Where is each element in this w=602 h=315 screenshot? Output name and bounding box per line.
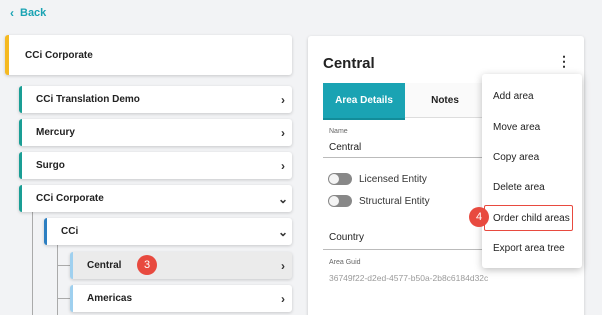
chevron-right-icon[interactable]: › xyxy=(274,126,292,140)
name-field[interactable]: Central xyxy=(329,142,361,153)
back-label: Back xyxy=(20,7,47,19)
tree-item-central[interactable]: Central › xyxy=(70,252,292,279)
tab-notes[interactable]: Notes xyxy=(405,83,485,118)
toggle-label: Structural Entity xyxy=(359,195,430,207)
panel-title: Central xyxy=(323,55,375,72)
active-tab-indicator xyxy=(323,118,405,120)
structural-entity-row[interactable]: Structural Entity xyxy=(328,195,430,207)
tree-item-americas[interactable]: Americas › xyxy=(70,285,292,312)
name-field-underline xyxy=(323,157,493,158)
chevron-down-icon[interactable]: ⌄ xyxy=(274,192,292,206)
step-callout-4: 4 xyxy=(469,207,489,227)
tree-item-label: Mercury xyxy=(36,127,75,138)
tab-area-details[interactable]: Area Details xyxy=(323,83,405,118)
chevron-left-icon: ‹ xyxy=(10,6,14,20)
licensed-entity-row[interactable]: Licensed Entity xyxy=(328,173,427,185)
tree-item-label: Central xyxy=(87,260,122,271)
tree-item-label: CCi Translation Demo xyxy=(36,94,140,105)
toggle-label: Licensed Entity xyxy=(359,173,427,185)
tree-item-label: CCi xyxy=(61,226,79,237)
tree-connector xyxy=(57,265,70,266)
tree-item-cci-corporate[interactable]: CCi Corporate ⌄ xyxy=(19,185,292,212)
menu-item-move-area[interactable]: Move area xyxy=(482,117,582,137)
tree-connector xyxy=(57,298,70,299)
tree-root-item[interactable]: CCi Corporate xyxy=(5,35,292,75)
country-field[interactable]: Country xyxy=(329,232,364,243)
guid-label: Area Guid xyxy=(329,259,361,266)
licensed-entity-toggle[interactable] xyxy=(328,173,352,185)
menu-item-export-area-tree[interactable]: Export area tree xyxy=(482,238,582,258)
country-field-underline xyxy=(323,249,493,250)
step-callout-3: 3 xyxy=(137,255,157,275)
tree-item-surgo[interactable]: Surgo › xyxy=(19,152,292,179)
structural-entity-toggle[interactable] xyxy=(328,195,352,207)
chevron-down-icon[interactable]: ⌄ xyxy=(274,225,292,239)
menu-item-delete-area[interactable]: Delete area xyxy=(482,177,582,197)
callout-highlight-box xyxy=(484,205,573,231)
menu-item-copy-area[interactable]: Copy area xyxy=(482,147,582,167)
back-link[interactable]: ‹ Back xyxy=(10,7,46,19)
tree-item-cci[interactable]: CCi ⌄ xyxy=(44,218,292,245)
menu-item-add-area[interactable]: Add area xyxy=(482,86,582,106)
tree-connector xyxy=(32,212,33,315)
tree-item-mercury[interactable]: Mercury › xyxy=(19,119,292,146)
chevron-right-icon[interactable]: › xyxy=(274,292,292,306)
tree-item-label: CCi Corporate xyxy=(36,193,104,204)
name-label: Name xyxy=(329,128,348,135)
tree-item-label: CCi Corporate xyxy=(25,49,93,61)
tree-item-label: Surgo xyxy=(36,160,65,171)
chevron-right-icon[interactable]: › xyxy=(274,259,292,273)
tree-item-label: Americas xyxy=(87,293,133,304)
guid-value: 36749f22-d2ed-4577-b50a-2b8c6184d32c xyxy=(329,273,489,283)
more-options-icon[interactable]: ⋮ xyxy=(557,54,571,68)
area-actions-menu: Add area Move area Copy area Delete area… xyxy=(482,74,582,268)
tree-item-cci-translation-demo[interactable]: CCi Translation Demo › xyxy=(19,86,292,113)
chevron-right-icon[interactable]: › xyxy=(274,159,292,173)
tree-connector xyxy=(57,245,58,315)
chevron-right-icon[interactable]: › xyxy=(274,93,292,107)
